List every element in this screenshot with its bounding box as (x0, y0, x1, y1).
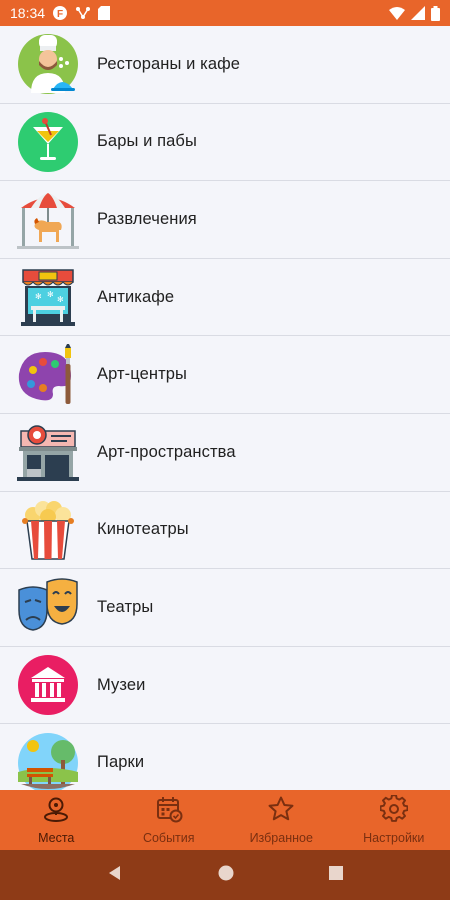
status-bar: 18:34 F (0, 0, 450, 26)
cocktail-icon (17, 111, 79, 173)
system-nav-bar (0, 850, 450, 900)
category-art-centers[interactable]: Арт-центры (0, 336, 450, 414)
museum-icon (17, 654, 79, 716)
category-theaters[interactable]: Театры (0, 569, 450, 647)
category-label: Бары и пабы (97, 132, 197, 151)
network-icon (75, 6, 91, 20)
park-icon (17, 732, 79, 790)
category-label: Антикафе (97, 287, 175, 306)
tab-settings[interactable]: Настройки (338, 790, 450, 850)
tab-places[interactable]: Места (0, 790, 113, 850)
bottom-tab-bar: Места События Избранное Настройки (0, 790, 450, 850)
svg-text:✻: ✻ (57, 295, 64, 304)
category-museums[interactable]: Музеи (0, 647, 450, 725)
carousel-icon (17, 188, 79, 250)
status-time: 18:34 (10, 5, 46, 21)
category-bars[interactable]: Бары и пабы (0, 104, 450, 182)
category-label: Арт-пространства (97, 442, 236, 461)
app-notification-icon: F (52, 5, 68, 21)
category-label: Арт-центры (97, 365, 188, 384)
signal-icon (411, 6, 425, 20)
svg-text:✻: ✻ (47, 290, 54, 299)
svg-text:✻: ✻ (35, 292, 42, 301)
category-parks[interactable]: Парки (0, 724, 450, 790)
wifi-icon (389, 6, 405, 20)
tab-label: Избранное (249, 831, 313, 845)
tab-label: Настройки (363, 831, 425, 845)
category-label: Рестораны и кафе (97, 54, 241, 73)
popcorn-icon (17, 499, 79, 561)
tab-label: События (142, 831, 195, 845)
category-label: Парки (97, 753, 145, 772)
recents-icon[interactable] (328, 865, 344, 886)
palette-icon (17, 341, 79, 406)
back-icon[interactable] (106, 864, 124, 887)
category-art-spaces[interactable]: Арт-пространства (0, 414, 450, 492)
star-icon (267, 795, 295, 828)
gear-icon (379, 794, 409, 828)
anticafe-icon: ✻ ✻ ✻ (17, 266, 79, 328)
category-label: Кинотеатры (97, 520, 189, 539)
tab-label: Места (38, 831, 75, 845)
category-entertainment[interactable]: Развлечения (0, 181, 450, 259)
home-icon[interactable] (217, 864, 235, 887)
sd-card-icon (98, 6, 111, 20)
theater-masks-icon (17, 576, 79, 638)
battery-icon (431, 5, 440, 21)
category-restaurants[interactable]: Рестораны и кафе (0, 26, 450, 104)
calendar-icon (155, 795, 183, 828)
chef-icon (17, 33, 79, 95)
category-label: Музеи (97, 675, 146, 694)
category-label: Развлечения (97, 209, 197, 228)
category-anticafe[interactable]: ✻ ✻ ✻ Антикафе (0, 259, 450, 337)
art-space-icon (17, 421, 79, 483)
category-label: Театры (97, 597, 154, 616)
tab-events[interactable]: События (113, 790, 226, 850)
svg-text:F: F (57, 9, 63, 20)
place-pin-icon (42, 795, 70, 828)
category-list[interactable]: Рестораны и кафе Бары и пабы Развлечения… (0, 26, 450, 790)
category-cinemas[interactable]: Кинотеатры (0, 492, 450, 570)
tab-favorites[interactable]: Избранное (225, 790, 338, 850)
